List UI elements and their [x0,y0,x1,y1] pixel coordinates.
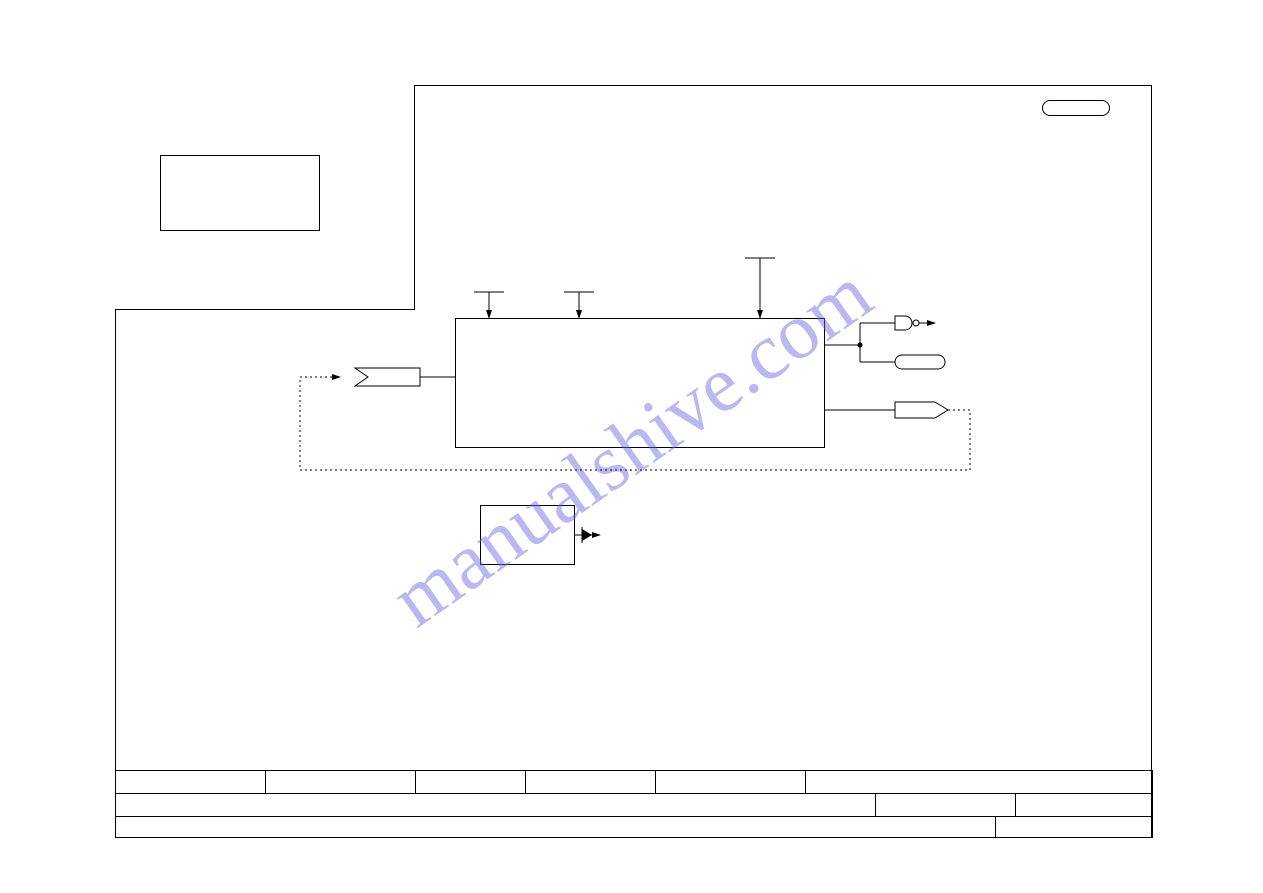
input-flag [355,368,455,386]
input-l-3 [745,258,775,318]
output-lower [825,402,948,418]
title-block-table [115,770,1152,838]
input-t-1 [474,292,504,318]
diagram-overlay [0,0,1263,893]
input-t-2 [564,292,594,318]
output-upper [825,316,945,369]
subblock-output [575,527,600,543]
dotted-feedback [300,377,970,470]
